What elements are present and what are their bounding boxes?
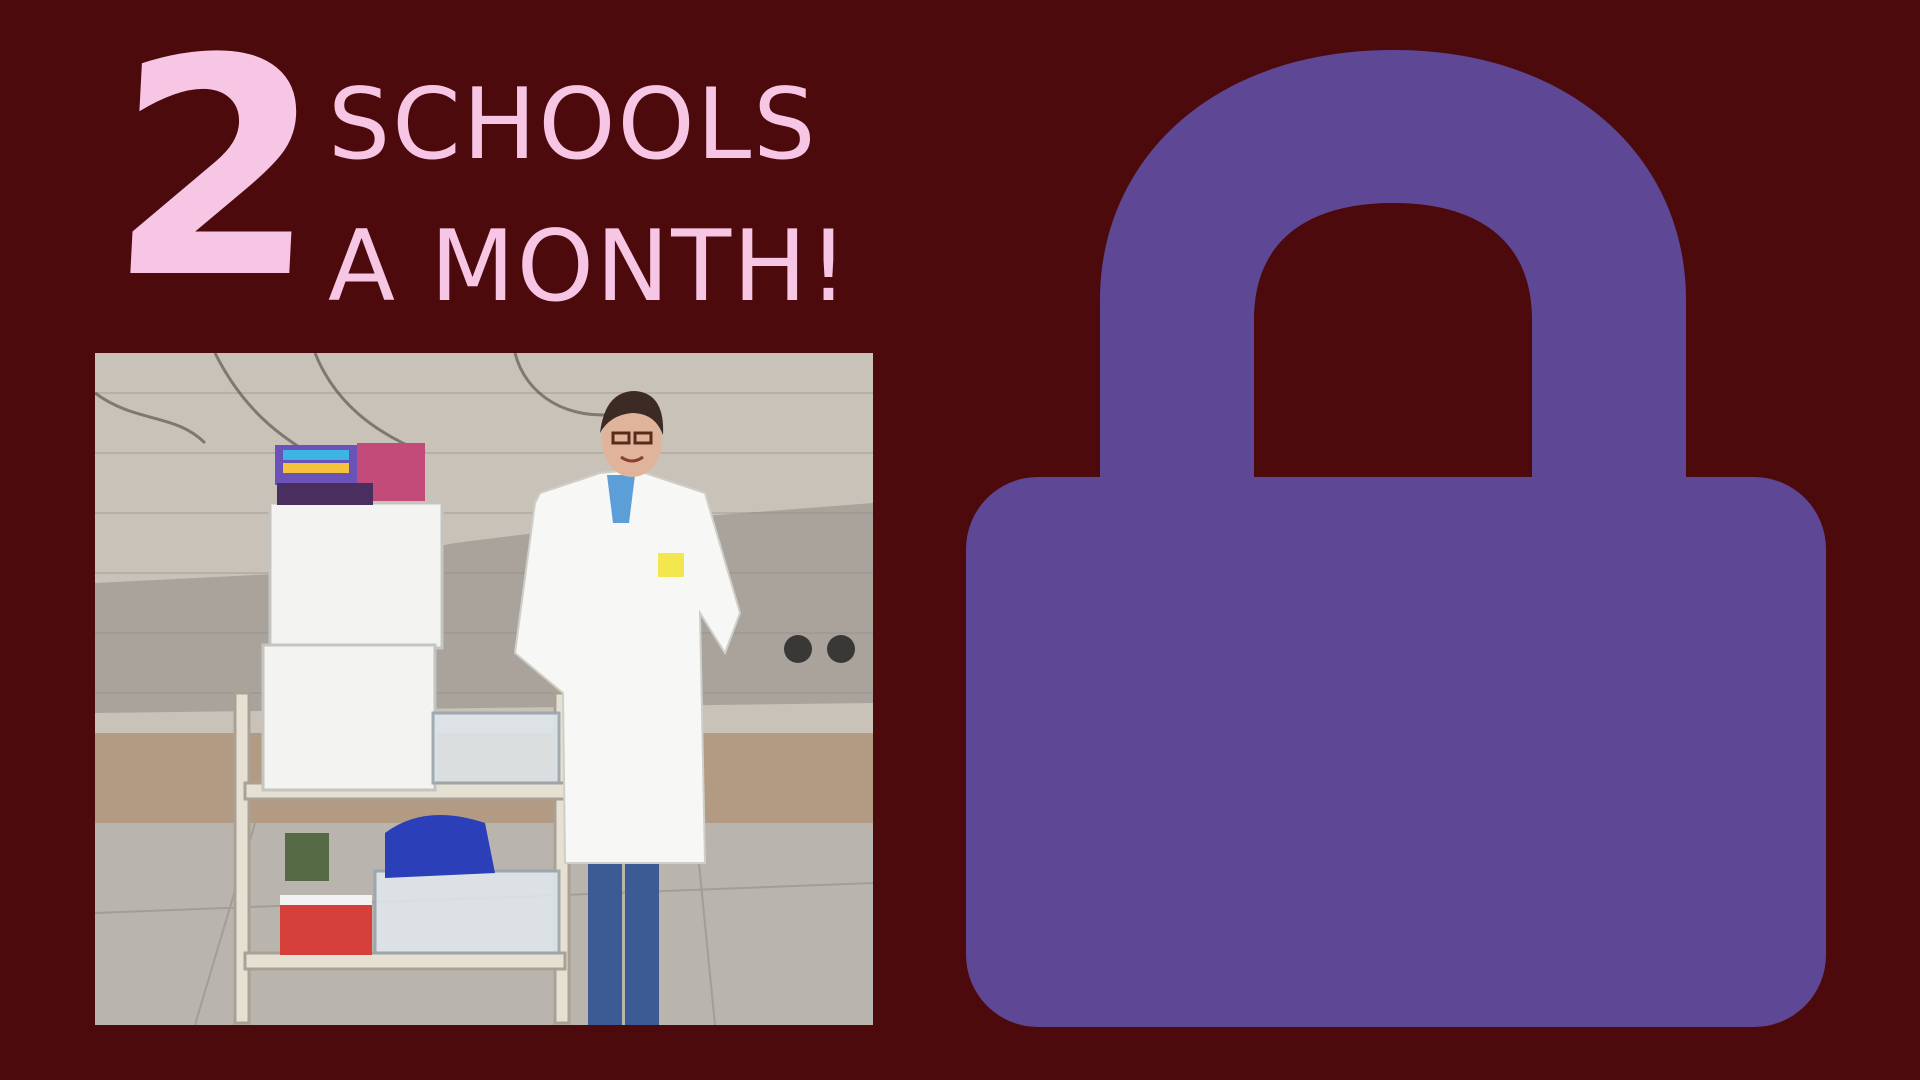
headline-number: 2 [102,0,330,344]
headline-line-2: A MONTH! [328,210,851,324]
slide: 2 SCHOOLS A MONTH! [0,0,1920,1080]
headline-line-1: SCHOOLS [328,68,818,182]
lock-icon [966,50,1826,1027]
photo-illustration [95,353,873,1025]
photo [95,353,873,1025]
